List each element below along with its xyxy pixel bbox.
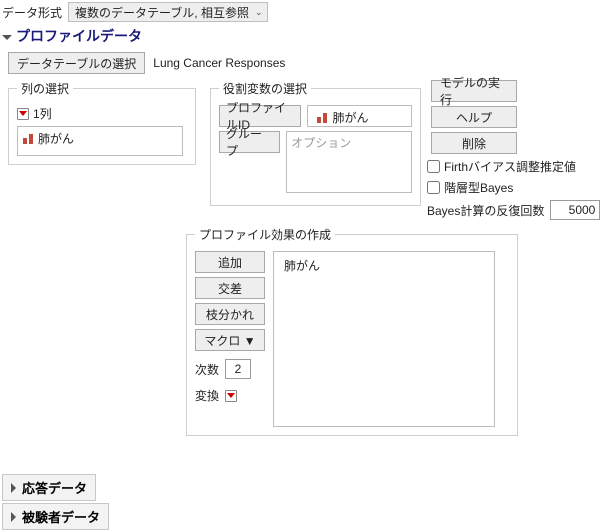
bar-chart-icon [22, 133, 34, 144]
bayes-iter-input[interactable]: 5000 [550, 200, 600, 220]
selected-data-table-label: Lung Cancer Responses [153, 56, 285, 70]
select-data-table-button[interactable]: データテーブルの選択 [8, 52, 145, 74]
section-header-response-data[interactable]: 応答データ [2, 474, 96, 501]
pe-degree-label: 次数 [195, 361, 219, 378]
hier-bayes-label: 階層型Bayes [444, 179, 513, 196]
group-placeholder: オプション [291, 136, 351, 150]
pe-add-button[interactable]: 追加 [195, 251, 265, 273]
red-triangle-icon[interactable] [17, 108, 29, 120]
pe-nest-button[interactable]: 枝分かれ [195, 303, 265, 325]
delete-button[interactable]: 削除 [431, 132, 517, 154]
column-list-item[interactable]: 肺がん [18, 129, 182, 148]
profile-data-title: プロファイルデータ [16, 26, 142, 46]
column-list[interactable]: 肺がん [17, 126, 183, 156]
profile-id-button[interactable]: プロファイルID [219, 105, 301, 127]
columns-fieldset-title: 列の選択 [17, 80, 73, 97]
subject-data-title: 被験者データ [22, 507, 100, 526]
data-format-value: 複数のデータテーブル, 相互参照 [75, 4, 249, 21]
firth-checkbox-row[interactable]: Firthバイアス調整推定値 [427, 158, 602, 175]
profile-id-item[interactable]: 肺がん [312, 108, 407, 127]
profile-effects-list[interactable]: 肺がん [273, 251, 495, 427]
data-format-select[interactable]: 複数のデータテーブル, 相互参照 ⌄ [68, 2, 268, 22]
section-header-subject-data[interactable]: 被験者データ [2, 503, 109, 530]
pe-transform-label: 変換 [195, 387, 219, 404]
hier-bayes-checkbox-row[interactable]: 階層型Bayes [427, 179, 602, 196]
profile-id-value: 肺がん [332, 109, 368, 126]
bar-chart-icon [316, 112, 328, 123]
data-format-label: データ形式 [0, 4, 62, 21]
group-button[interactable]: グループ [219, 131, 280, 153]
chevron-down-icon: ⌄ [255, 7, 263, 18]
disclosure-right-icon [11, 483, 16, 493]
pe-cross-button[interactable]: 交差 [195, 277, 265, 299]
firth-label: Firthバイアス調整推定値 [444, 158, 576, 175]
column-count-row[interactable]: 1列 [17, 105, 187, 122]
disclosure-right-icon [11, 512, 16, 522]
help-button[interactable]: ヘルプ [431, 106, 517, 128]
column-item-label: 肺がん [38, 130, 74, 147]
disclosure-down-icon [2, 35, 12, 40]
columns-fieldset: 列の選択 1列 肺がん [8, 80, 196, 165]
pe-degree-input[interactable]: 2 [225, 359, 251, 379]
profile-effects-title: プロファイル効果の作成 [195, 226, 335, 243]
section-header-profile-data[interactable]: プロファイルデータ [0, 24, 602, 48]
hier-bayes-checkbox[interactable] [427, 181, 440, 194]
roles-fieldset-title: 役割変数の選択 [219, 80, 311, 97]
firth-checkbox[interactable] [427, 160, 440, 173]
pe-transform-menu[interactable] [225, 390, 237, 402]
roles-fieldset: 役割変数の選択 プロファイルID 肺がん グループ オプション [210, 80, 421, 206]
profile-effects-fieldset: プロファイル効果の作成 追加 交差 枝分かれ マクロ ▼ 次数 2 変換 肺がん [186, 226, 518, 436]
run-model-button[interactable]: モデルの実行 [431, 80, 517, 102]
profile-effects-item[interactable]: 肺がん [280, 256, 488, 275]
response-data-title: 応答データ [22, 478, 87, 497]
profile-effects-item-label: 肺がん [284, 257, 320, 274]
profile-id-list[interactable]: 肺がん [307, 105, 412, 127]
pe-macro-button[interactable]: マクロ ▼ [195, 329, 265, 351]
column-count-label: 1列 [33, 105, 52, 122]
group-list[interactable]: オプション [286, 131, 412, 193]
bayes-iter-label: Bayes計算の反復回数 [427, 202, 544, 219]
